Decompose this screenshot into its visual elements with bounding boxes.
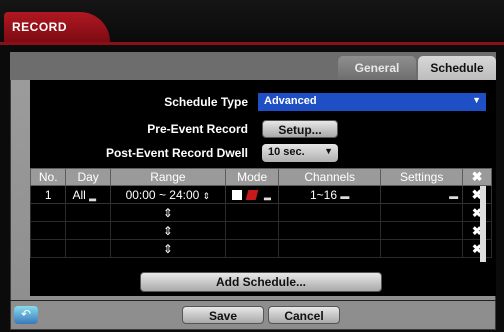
row-range: 00:00 ~ 24:00 [125,187,200,202]
window-title: RECORD [4,12,110,44]
more-icon: ▬ [340,190,350,201]
row-mode-cell[interactable]: ▂ [225,185,280,204]
row-day-cell[interactable]: All ▂ [65,185,111,204]
header-channels: Channels [278,168,382,186]
table-scrollbar[interactable] [480,186,486,262]
schedule-type-label: Schedule Type [164,95,248,109]
row-no: 1 [29,185,67,204]
table-row[interactable]: 1 All ▂ 00:00 ~ 24:00 ⇕ ▂ 1~16 ▬ ▬ ✖ [29,185,492,204]
post-event-label: Post-Event Record Dwell [105,146,248,160]
spinner-icon: ⇕ [202,190,211,201]
table-row: ⇕ ✖ [29,203,492,222]
post-event-value: 10 sec. [268,146,305,158]
close-icon: ✖ [462,203,492,222]
event-mode-icon [245,190,259,201]
header-day: Day [65,168,111,186]
close-icon: ✖ [462,221,492,240]
schedule-type-dropdown[interactable]: Advanced ▼ [258,93,486,111]
header-no: No. [29,168,67,186]
table-row: ⇕ ✖ [29,239,492,258]
footer-divider [10,300,496,301]
pre-event-label: Pre-Event Record [147,122,248,136]
row-range-cell[interactable]: 00:00 ~ 24:00 ⇕ [109,185,227,204]
chevron-down-icon: ▼ [324,146,333,156]
chevron-down-icon: ▼ [472,95,481,105]
spinner-icon: ⇕ [109,203,227,222]
record-mode-icon [231,190,242,201]
record-window: RECORD General Schedule Schedule Type Ad… [0,0,504,332]
add-schedule-button[interactable]: Add Schedule... [140,272,382,292]
title-divider [0,42,504,45]
back-button[interactable]: ↶ [14,306,38,324]
spinner-icon: ⇕ [109,239,227,258]
header-settings: Settings [380,168,464,186]
close-icon: ✖ [471,169,483,184]
table-row: ⇕ ✖ [29,221,492,240]
header-mode: Mode [225,168,280,186]
tab-schedule[interactable]: Schedule [418,56,496,80]
back-arrow-icon: ↶ [20,307,32,321]
schedule-table: No. Day Range Mode Channels Settings ✖ 1… [29,168,492,258]
cancel-button[interactable]: Cancel [268,306,340,324]
row-delete[interactable]: ✖ [462,185,492,204]
dropdown-icon: ▂ [89,190,97,201]
tab-general[interactable]: General [338,56,416,80]
table-header-row: No. Day Range Mode Channels Settings ✖ [29,168,492,186]
pre-event-setup-button[interactable]: Setup... [262,120,338,138]
save-button[interactable]: Save [182,306,264,324]
row-channels-cell[interactable]: 1~16 ▬ [278,185,382,204]
spinner-icon: ⇕ [109,221,227,240]
header-range: Range [109,168,227,186]
row-day: All [72,187,86,202]
more-icon: ▬ [449,190,459,201]
header-delete-all[interactable]: ✖ [462,168,492,186]
row-channels: 1~16 [309,187,338,202]
dropdown-icon: ▂ [263,190,271,201]
close-icon: ✖ [462,239,492,258]
row-settings-cell[interactable]: ▬ [380,185,464,204]
post-event-dropdown[interactable]: 10 sec. ▼ [262,144,338,162]
schedule-type-value: Advanced [264,95,317,107]
